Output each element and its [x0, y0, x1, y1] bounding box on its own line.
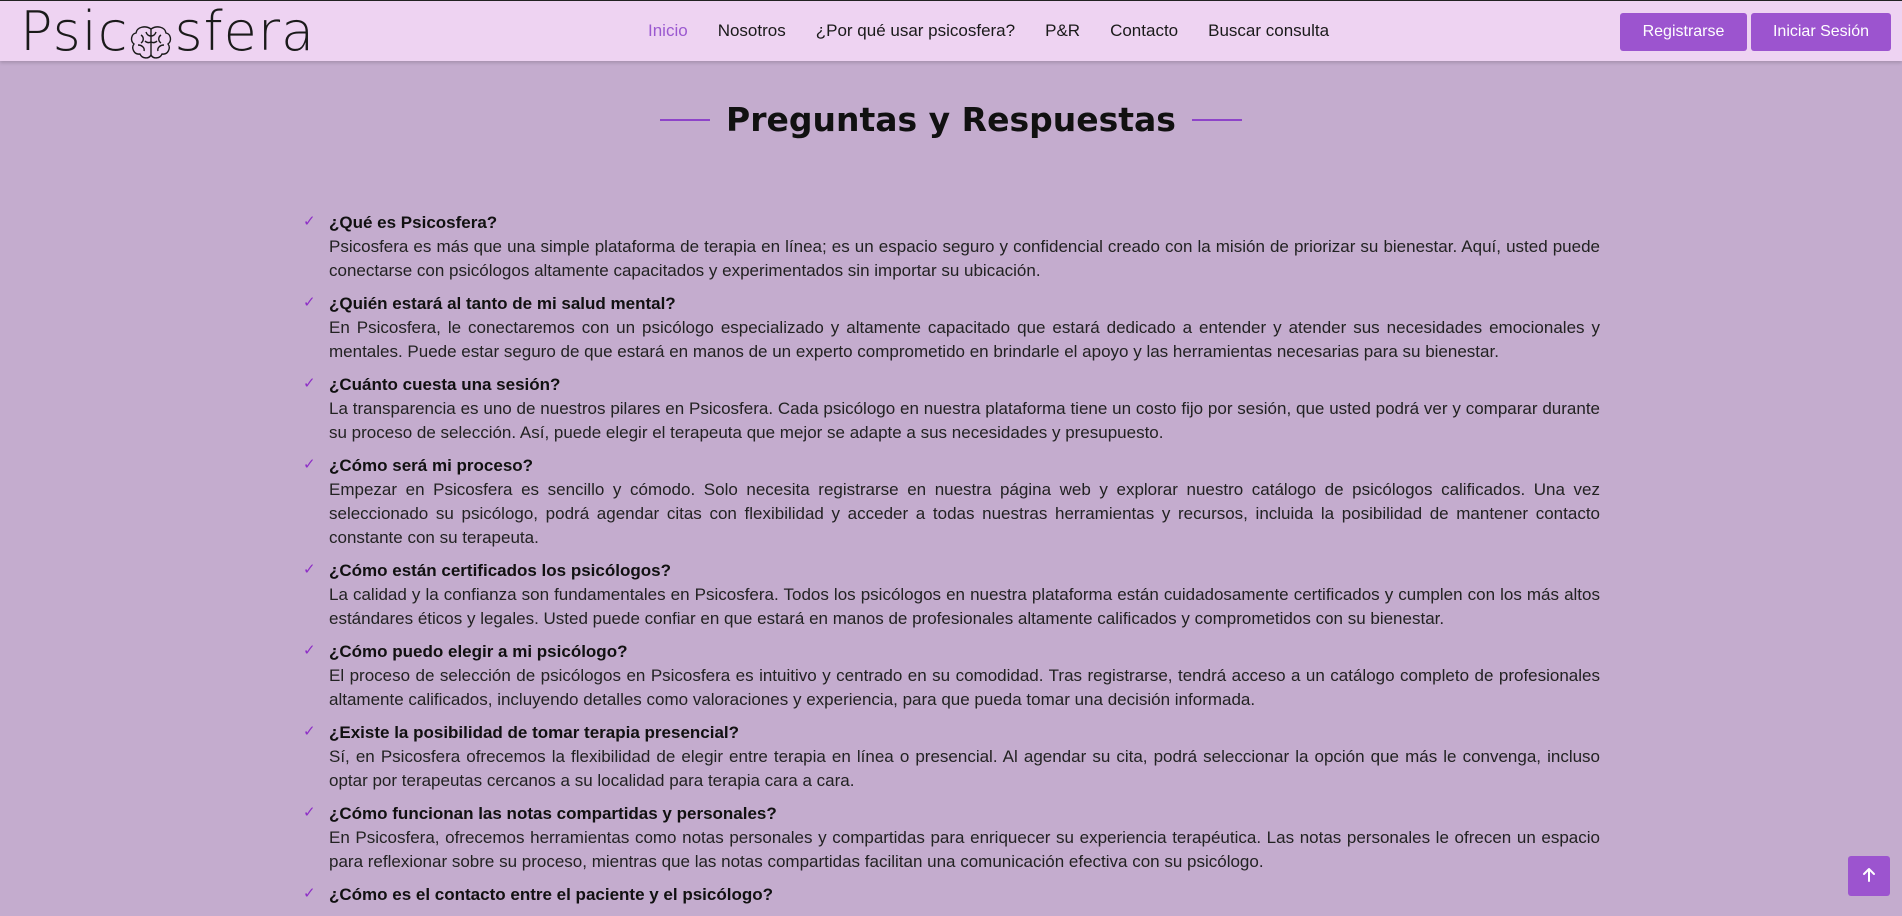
nav-contacto[interactable]: Contacto: [1110, 21, 1178, 41]
main-nav: Inicio Nosotros ¿Por qué usar psicosfera…: [648, 1, 1359, 61]
faq-question: ¿Cómo están certificados los psicólogos?: [329, 561, 671, 580]
register-button[interactable]: Registrarse: [1620, 13, 1747, 51]
faq-question: ¿Cuánto cuesta una sesión?: [329, 375, 561, 394]
top-navbar: Psic sfera Inicio Nosotros ¿Por qué usar…: [0, 0, 1902, 63]
check-icon: ✓: [303, 375, 316, 392]
faq-item: ✓ ¿Cómo puedo elegir a mi psicólogo? El …: [300, 640, 1600, 712]
faq-item: ✓ ¿Existe la posibilidad de tomar terapi…: [300, 721, 1600, 793]
nav-p-and-r[interactable]: P&R: [1045, 21, 1080, 41]
check-icon: ✓: [303, 885, 316, 902]
faq-question: ¿Qué es Psicosfera?: [329, 213, 498, 232]
faq-answer: Sí, en Psicosfera ofrecemos la flexibili…: [329, 747, 1600, 790]
nav-por-que-usar-psicosfera[interactable]: ¿Por qué usar psicosfera?: [816, 21, 1015, 41]
faq-answer: En Psicosfera, ofrecemos herramientas co…: [329, 828, 1600, 871]
scroll-to-top-button[interactable]: [1848, 856, 1890, 896]
faq-item: ✓ ¿Qué es Psicosfera? Psicosfera es más …: [300, 211, 1600, 283]
faq-question: ¿Cómo puedo elegir a mi psicólogo?: [329, 642, 628, 661]
nav-buscar-consulta[interactable]: Buscar consulta: [1208, 21, 1329, 41]
section-heading: Preguntas y Respuestas: [0, 100, 1902, 139]
heading-divider-right: [1191, 118, 1242, 121]
nav-nosotros[interactable]: Nosotros: [718, 21, 786, 41]
faq-question: ¿Quién estará al tanto de mi salud menta…: [329, 294, 676, 313]
faq-item: ✓ ¿Cómo es el contacto entre el paciente…: [300, 883, 1600, 907]
check-icon: ✓: [303, 213, 316, 230]
heading-divider-left: [660, 118, 711, 121]
faq-item: ✓ ¿Cómo están certificados los psicólogo…: [300, 559, 1600, 631]
arrow-up-icon: [1861, 867, 1877, 886]
brain-icon: [129, 13, 173, 59]
check-icon: ✓: [303, 561, 316, 578]
faq-answer: El proceso de selección de psicólogos en…: [329, 666, 1600, 709]
faq-item: ✓ ¿Quién estará al tanto de mi salud men…: [300, 292, 1600, 364]
faq-answer: La calidad y la confianza son fundamenta…: [329, 585, 1600, 628]
nav-inicio[interactable]: Inicio: [648, 21, 688, 41]
check-icon: ✓: [303, 804, 316, 821]
faq-answer: En Psicosfera, le conectaremos con un ps…: [329, 318, 1600, 361]
faq-item: ✓ ¿Cuánto cuesta una sesión? La transpar…: [300, 373, 1600, 445]
check-icon: ✓: [303, 456, 316, 473]
check-icon: ✓: [303, 723, 316, 740]
login-button[interactable]: Iniciar Sesión: [1751, 13, 1891, 51]
page-title: Preguntas y Respuestas: [726, 100, 1176, 139]
faq-answer: Psicosfera es más que una simple platafo…: [329, 237, 1600, 280]
check-icon: ✓: [303, 642, 316, 659]
site-logo[interactable]: Psic sfera: [20, 0, 316, 63]
faq-question: ¿Existe la posibilidad de tomar terapia …: [329, 723, 740, 742]
faq-answer: Empezar en Psicosfera es sencillo y cómo…: [329, 480, 1600, 547]
faq-item: ✓ ¿Cómo funcionan las notas compartidas …: [300, 802, 1600, 874]
faq-question: ¿Cómo funcionan las notas compartidas y …: [329, 804, 777, 823]
faq-answer: La transparencia es uno de nuestros pila…: [329, 399, 1600, 442]
faq-question: ¿Cómo será mi proceso?: [329, 456, 534, 475]
check-icon: ✓: [303, 294, 316, 311]
logo-text-left: Psic: [20, 0, 129, 63]
faq-question: ¿Cómo es el contacto entre el paciente y…: [329, 885, 773, 904]
faq-list: ✓ ¿Qué es Psicosfera? Psicosfera es más …: [300, 211, 1600, 916]
faq-item: ✓ ¿Cómo será mi proceso? Empezar en Psic…: [300, 454, 1600, 550]
logo-text-right: sfera: [174, 0, 316, 63]
